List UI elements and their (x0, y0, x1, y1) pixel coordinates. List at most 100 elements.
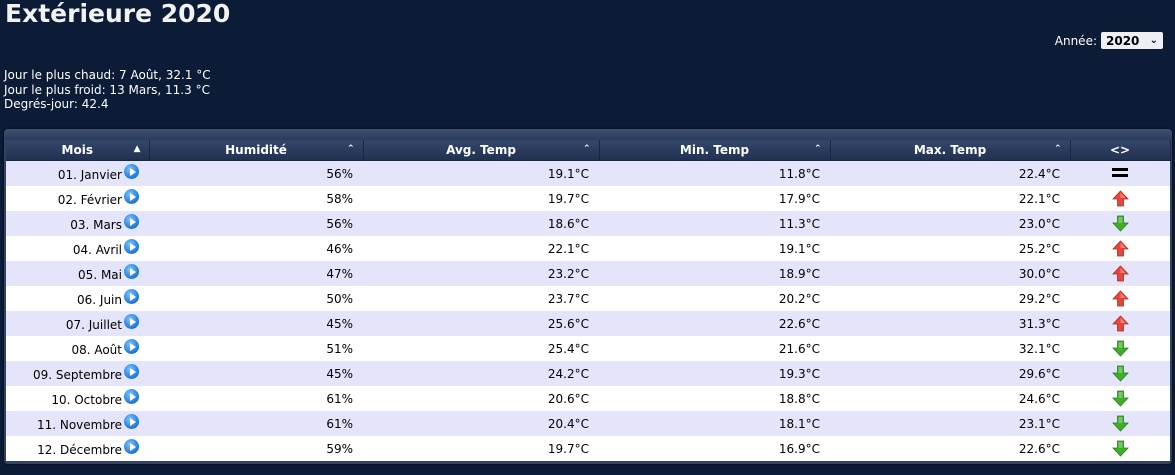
cell-min: 11.3°C (599, 211, 830, 236)
degree-days: Degrés-jour: 42.4 (4, 97, 109, 111)
cell-min: 18.1°C (599, 411, 830, 436)
cell-max: 23.1°C (830, 411, 1070, 436)
cell-month: 07. Juillet (6, 311, 149, 336)
month-label: 12. Décembre (37, 443, 122, 457)
cell-humidity: 47% (149, 261, 363, 286)
arrow-up-icon (1111, 190, 1129, 207)
cell-max: 25.2°C (830, 236, 1070, 261)
monthly-table: Mois ▲ Humidité ⌃ Avg. Temp ⌃ Min. Temp ⌃ Ma… (6, 140, 1171, 461)
cell-min: 20.2°C (599, 286, 830, 311)
month-label: 03. Mars (70, 218, 122, 232)
sort-triangle-icon: ▲ (133, 144, 141, 154)
table-row: 04. Avril 46% 22.1°C 19.1°C 25.2°C (6, 236, 1170, 261)
cell-max: 23.0°C (830, 211, 1070, 236)
cell-avg: 19.1°C (363, 160, 599, 186)
cell-avg: 23.7°C (363, 286, 599, 311)
play-circle-icon[interactable] (124, 239, 139, 254)
play-circle-icon[interactable] (124, 164, 139, 179)
cell-min: 19.1°C (599, 236, 830, 261)
column-header-month[interactable]: Mois ▲ (6, 140, 150, 161)
cell-month: 12. Décembre (6, 436, 149, 461)
year-label: Année: (1054, 33, 1097, 48)
cell-min: 17.9°C (599, 186, 830, 211)
table-row: 06. Juin 50% 23.7°C 20.2°C 29.2°C (6, 286, 1170, 311)
cell-trend (1070, 311, 1170, 336)
cell-max: 24.6°C (830, 386, 1070, 411)
cell-month: 05. Mai (6, 261, 149, 286)
equal-icon (1112, 167, 1128, 177)
cell-min: 16.9°C (599, 436, 830, 461)
cell-min: 21.6°C (599, 336, 830, 361)
cell-humidity: 61% (149, 411, 363, 436)
cell-month: 06. Juin (6, 286, 149, 311)
cell-avg: 19.7°C (363, 186, 599, 211)
cell-avg: 25.6°C (363, 311, 599, 336)
sort-triangle-icon: ⌃ (346, 144, 355, 154)
cell-month: 11. Novembre (6, 411, 149, 436)
cell-max: 22.6°C (830, 436, 1070, 461)
column-header-humidity[interactable]: Humidité ⌃ (149, 140, 364, 161)
column-header-min-temp[interactable]: Min. Temp ⌃ (599, 140, 831, 161)
arrow-down-icon (1111, 415, 1129, 432)
cell-min: 19.3°C (599, 361, 830, 386)
arrow-down-icon (1111, 390, 1129, 407)
cell-max: 29.2°C (830, 286, 1070, 311)
table-row: 03. Mars 56% 18.6°C 11.3°C 23.0°C (6, 211, 1170, 236)
cell-month: 09. Septembre (6, 361, 149, 386)
table-row: 11. Novembre 61% 20.4°C 18.1°C 23.1°C (6, 411, 1170, 436)
column-header-max-temp[interactable]: Max. Temp ⌃ (830, 140, 1071, 161)
play-circle-icon[interactable] (124, 289, 139, 304)
cell-min: 11.8°C (599, 160, 830, 186)
cell-month: 03. Mars (6, 211, 149, 236)
cell-trend (1070, 186, 1170, 211)
cell-trend (1070, 411, 1170, 436)
cell-month: 01. Janvier (6, 160, 149, 186)
play-circle-icon[interactable] (124, 314, 139, 329)
cell-trend (1070, 160, 1170, 186)
chevron-down-icon: ⌄ (1149, 35, 1158, 46)
column-header-avg-temp[interactable]: Avg. Temp ⌃ (363, 140, 600, 161)
cell-avg: 20.4°C (363, 411, 599, 436)
sort-triangle-icon: ⌃ (813, 144, 822, 154)
play-circle-icon[interactable] (124, 214, 139, 229)
cell-month: 08. Août (6, 336, 149, 361)
play-circle-icon[interactable] (124, 264, 139, 279)
cell-humidity: 46% (149, 236, 363, 261)
stats-summary: Jour le plus chaud: 7 Août, 32.1 °C Jour… (4, 68, 211, 112)
cell-humidity: 61% (149, 386, 363, 411)
arrow-up-icon (1111, 240, 1129, 257)
table-row: 02. Février 58% 19.7°C 17.9°C 22.1°C (6, 186, 1170, 211)
play-circle-icon[interactable] (124, 189, 139, 204)
play-circle-icon[interactable] (124, 439, 139, 454)
month-label: 08. Août (71, 343, 122, 357)
cell-humidity: 56% (149, 211, 363, 236)
cell-max: 30.0°C (830, 261, 1070, 286)
arrow-up-icon (1111, 290, 1129, 307)
play-circle-icon[interactable] (124, 339, 139, 354)
table-row: 05. Mai 47% 23.2°C 18.9°C 30.0°C (6, 261, 1170, 286)
cell-avg: 25.4°C (363, 336, 599, 361)
month-label: 05. Mai (78, 268, 122, 282)
play-circle-icon[interactable] (124, 414, 139, 429)
arrow-up-icon (1111, 315, 1129, 332)
year-value: 2020 (1106, 33, 1140, 48)
page: Extérieure 2020 Année: 2020 ⌄ Jour le pl… (0, 0, 1175, 475)
cell-humidity: 59% (149, 436, 363, 461)
table-header-row: Mois ▲ Humidité ⌃ Avg. Temp ⌃ Min. Temp ⌃ Ma… (6, 140, 1171, 161)
play-circle-icon[interactable] (124, 389, 139, 404)
month-label: 04. Avril (72, 243, 122, 257)
year-dropdown[interactable]: 2020 ⌄ (1101, 32, 1163, 49)
table-row: 12. Décembre 59% 19.7°C 16.9°C 22.6°C (6, 436, 1170, 461)
cell-trend (1070, 336, 1170, 361)
coldest-day: Jour le plus froid: 13 Mars, 11.3 °C (4, 82, 210, 97)
table-row: 09. Septembre 45% 24.2°C 19.3°C 29.6°C (6, 361, 1170, 386)
play-circle-icon[interactable] (124, 364, 139, 379)
cell-avg: 23.2°C (363, 261, 599, 286)
year-selector: Année: 2020 ⌄ (1055, 32, 1163, 49)
column-header-trend[interactable]: <> (1070, 140, 1171, 161)
cell-humidity: 51% (149, 336, 363, 361)
cell-trend (1070, 261, 1170, 286)
month-label: 09. Septembre (33, 368, 122, 382)
cell-trend (1070, 436, 1170, 461)
arrow-down-icon (1111, 440, 1129, 457)
